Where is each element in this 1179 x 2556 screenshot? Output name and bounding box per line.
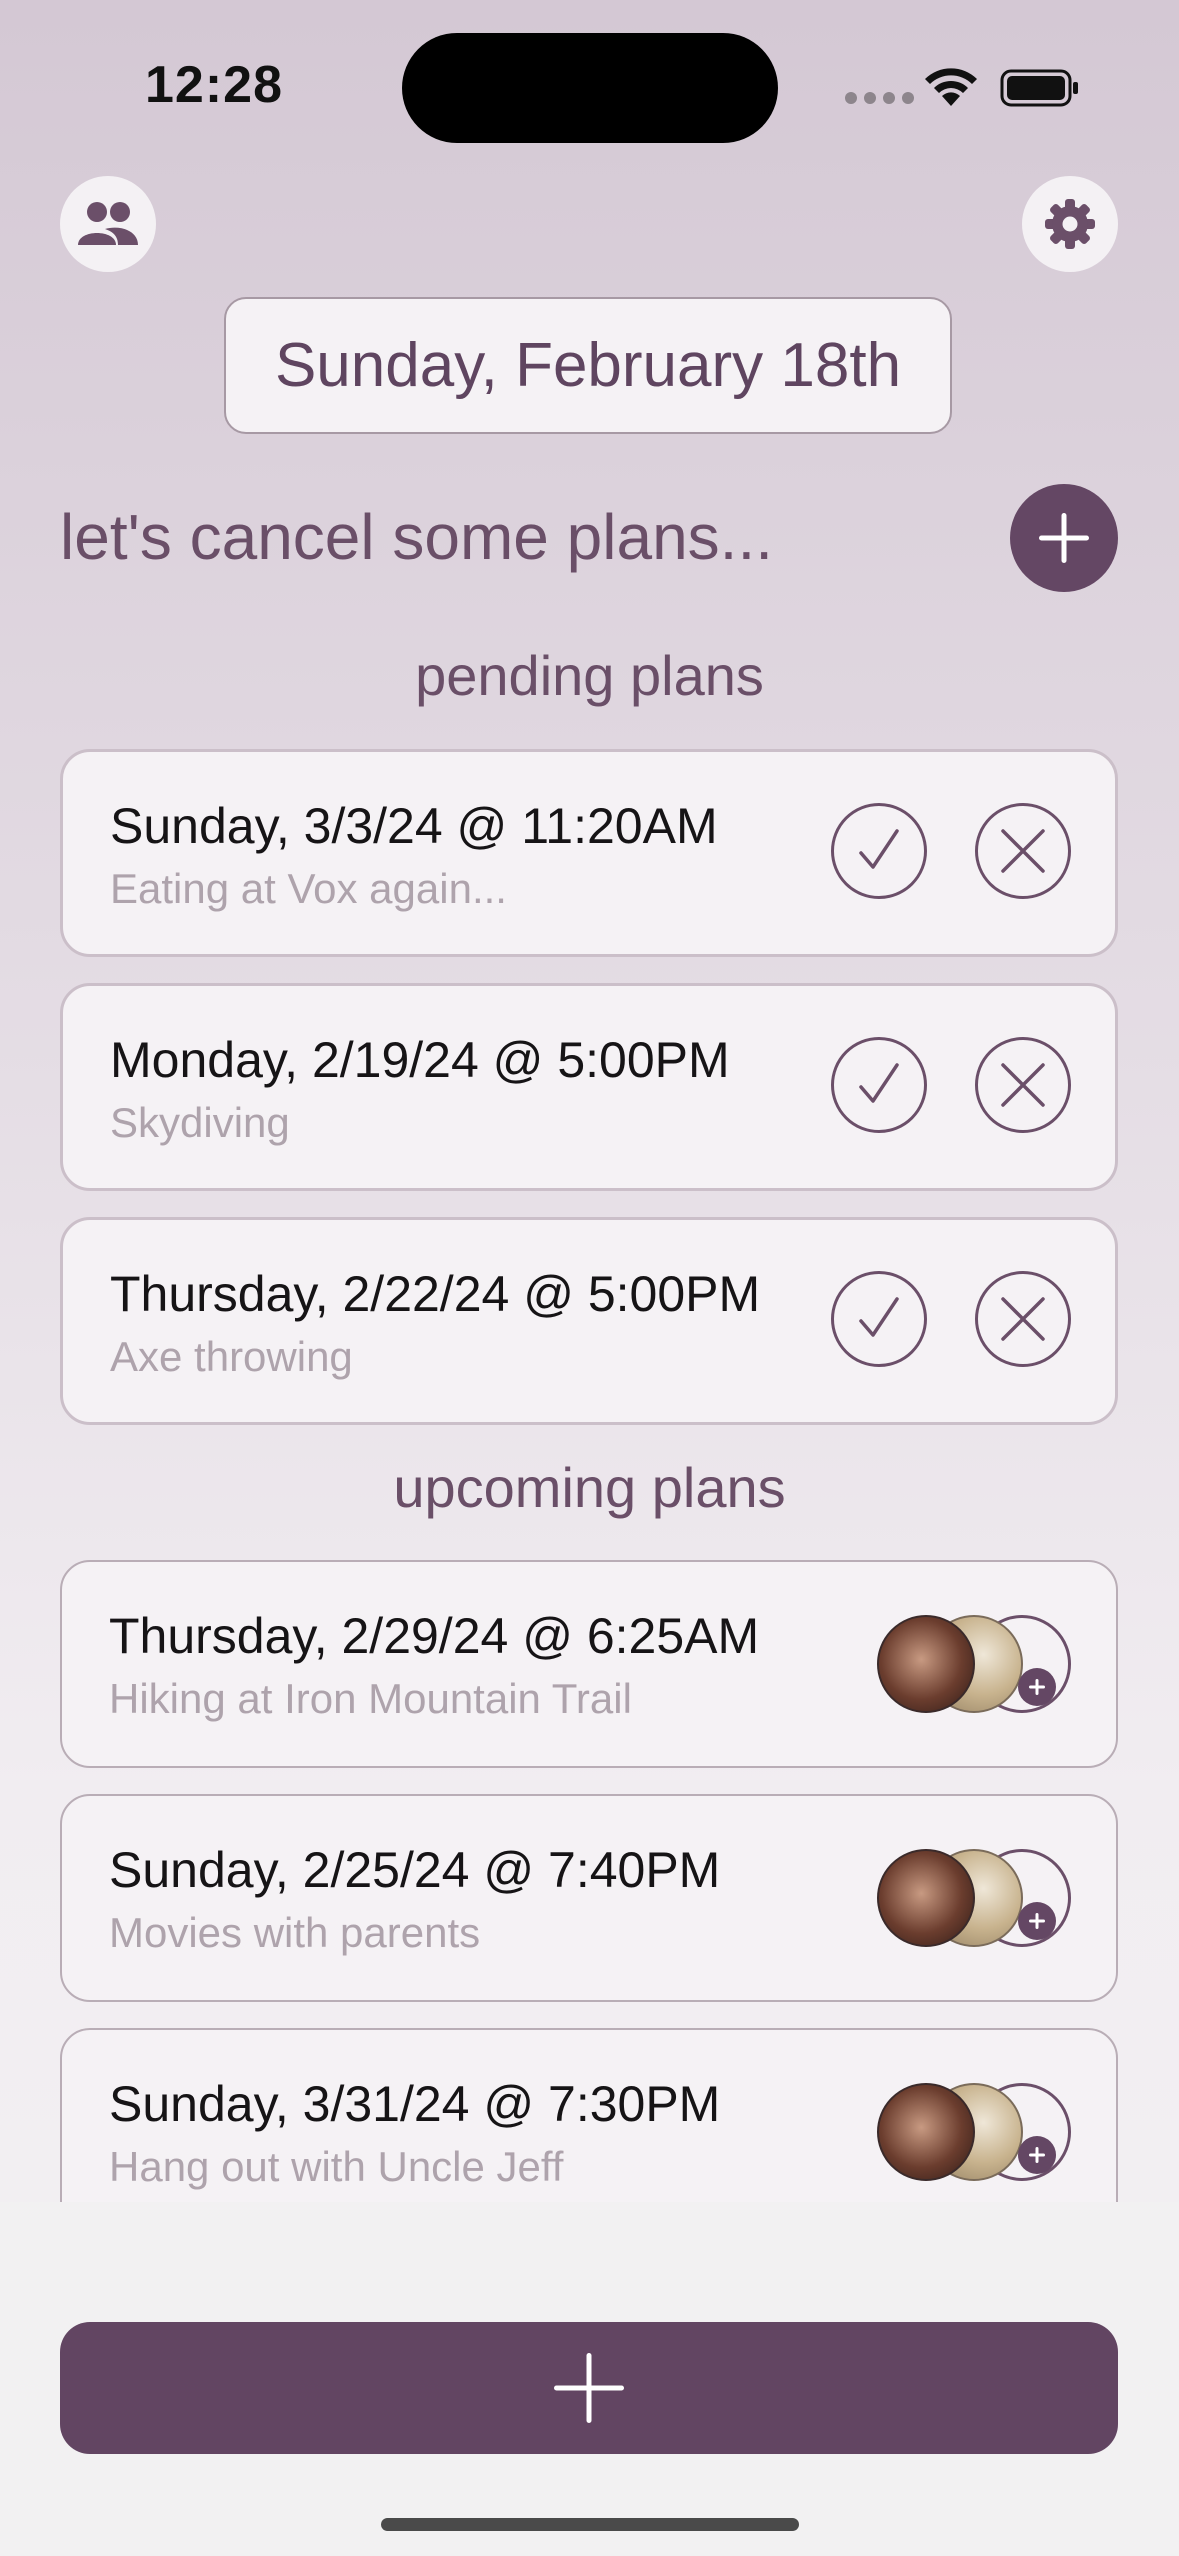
plan-datetime: Thursday, 2/29/24 @ 6:25AM: [109, 1608, 760, 1664]
plan-description: Eating at Vox again...: [110, 865, 507, 912]
upcoming-plan-card[interactable]: Sunday, 3/31/24 @ 7:30PM Hang out with U…: [60, 2028, 1118, 2202]
current-date: Sunday, February 18th: [274, 331, 902, 400]
upcoming-plans-list[interactable]: Thursday, 2/29/24 @ 6:25AM Hiking at Iro…: [0, 1545, 1179, 2202]
plan-description: Hiking at Iron Mountain Trail: [109, 1675, 632, 1722]
close-icon: [1001, 829, 1045, 873]
plus-icon: [1018, 2136, 1056, 2174]
plan-description: Skydiving: [110, 1099, 290, 1146]
plus-icon: [1039, 513, 1089, 563]
upcoming-plan-card[interactable]: Sunday, 2/25/24 @ 7:40PM Movies with par…: [60, 1794, 1118, 2002]
plan-datetime: Sunday, 3/31/24 @ 7:30PM: [109, 2076, 721, 2132]
battery-icon: [1000, 69, 1078, 107]
gear-icon: [1045, 199, 1095, 249]
decline-plan-button[interactable]: [975, 1037, 1071, 1133]
checkmark-icon: [859, 1063, 899, 1103]
plan-datetime: Monday, 2/19/24 @ 5:00PM: [110, 1032, 730, 1088]
upcoming-plans-heading: upcoming plans: [393, 1456, 786, 1519]
pending-plan-card: Monday, 2/19/24 @ 5:00PM Skydiving: [60, 983, 1118, 1191]
create-plan-button[interactable]: [60, 2322, 1118, 2454]
pending-plan-card: Sunday, 3/3/24 @ 11:20AM Eating at Vox a…: [60, 749, 1118, 957]
cellular-signal-icon: [845, 92, 914, 104]
plan-description: Movies with parents: [109, 1909, 481, 1956]
attendee-avatars[interactable]: [877, 1849, 1087, 1949]
plan-description: Axe throwing: [110, 1333, 353, 1380]
checkmark-icon: [859, 1297, 899, 1337]
settings-button[interactable]: [1022, 176, 1118, 272]
status-time: 12:28: [145, 56, 283, 114]
avatar: [877, 1849, 975, 1947]
dynamic-island: [402, 33, 778, 143]
close-icon: [1001, 1297, 1045, 1341]
plus-icon: [554, 2353, 624, 2423]
wifi-icon: [925, 68, 977, 106]
date-picker-button[interactable]: Sunday, February 18th: [224, 297, 952, 434]
plan-datetime: Sunday, 2/25/24 @ 7:40PM: [109, 1842, 721, 1898]
avatar: [877, 1615, 975, 1713]
attendee-avatars[interactable]: [877, 1615, 1087, 1715]
checkmark-icon: [859, 829, 899, 869]
plan-description: Hang out with Uncle Jeff: [109, 2143, 564, 2190]
upcoming-plan-card[interactable]: Thursday, 2/29/24 @ 6:25AM Hiking at Iro…: [60, 1560, 1118, 1768]
decline-plan-button[interactable]: [975, 803, 1071, 899]
avatar: [877, 2083, 975, 2181]
accept-plan-button[interactable]: [831, 803, 927, 899]
headline-text: let's cancel some plans...: [60, 501, 773, 573]
add-plan-button[interactable]: [1010, 484, 1118, 592]
plan-datetime: Sunday, 3/3/24 @ 11:20AM: [110, 798, 718, 854]
accept-plan-button[interactable]: [831, 1271, 927, 1367]
plus-icon: [1018, 1668, 1056, 1706]
decline-plan-button[interactable]: [975, 1271, 1071, 1367]
pending-plans-heading: pending plans: [415, 644, 764, 707]
plus-icon: [1018, 1902, 1056, 1940]
close-icon: [1001, 1063, 1045, 1107]
attendee-avatars[interactable]: [877, 2083, 1087, 2183]
plan-datetime: Thursday, 2/22/24 @ 5:00PM: [110, 1266, 761, 1322]
home-indicator[interactable]: [381, 2518, 799, 2531]
pending-plan-card: Thursday, 2/22/24 @ 5:00PM Axe throwing: [60, 1217, 1118, 1425]
accept-plan-button[interactable]: [831, 1037, 927, 1133]
people-icon: [78, 202, 138, 245]
friends-button[interactable]: [60, 176, 156, 272]
